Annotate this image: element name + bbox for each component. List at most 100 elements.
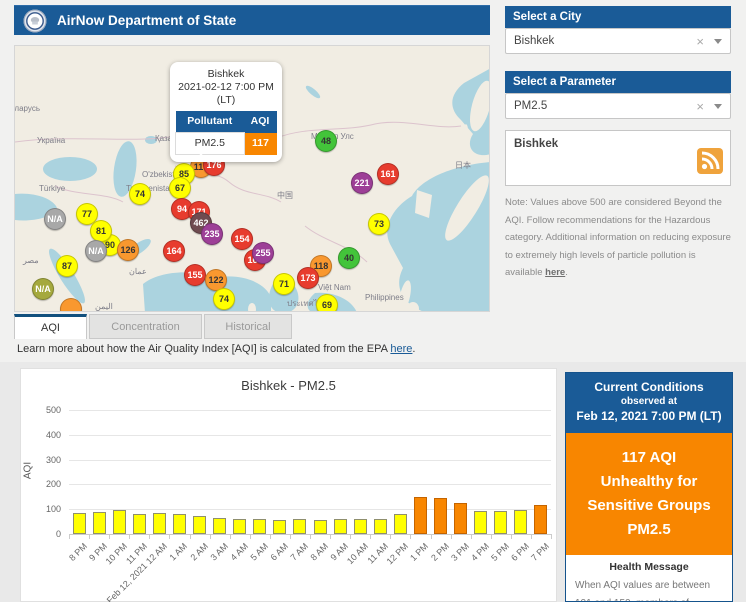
conditions-aqi-block: 117 AQI Unhealthy for Sensitive Groups P… [566, 433, 732, 555]
city-clear-icon[interactable]: × [696, 34, 704, 49]
chart-x-tick [169, 534, 170, 539]
aqi-marker[interactable]: 73 [368, 213, 390, 235]
chart-x-tick [551, 534, 552, 539]
chart-x-tick-label: 4 AM [228, 541, 250, 563]
chart-x-tick-label: 12 PM [385, 541, 410, 566]
select-city-header: Select a City [505, 6, 731, 28]
rss-city-label: Bishkek [514, 138, 722, 150]
conditions-subtitle: observed at [570, 395, 728, 408]
app-header: AirNow Department of State [14, 5, 490, 35]
tab-aqi[interactable]: AQI [14, 314, 87, 339]
aqi-marker[interactable]: 255 [252, 242, 274, 264]
aqi-marker[interactable]: 161 [377, 163, 399, 185]
chart-x-tick [511, 534, 512, 539]
popup-pointer [193, 146, 209, 156]
epa-here-link[interactable]: here [390, 343, 412, 355]
aqi-marker[interactable]: 69 [316, 294, 338, 312]
aqi-bar [133, 514, 146, 534]
note-here-link[interactable]: here [545, 267, 565, 278]
aqi-bar [374, 519, 387, 534]
aqi-marker[interactable]: 126 [117, 239, 139, 261]
chart-x-tick [370, 534, 371, 539]
rss-icon[interactable] [697, 148, 723, 179]
chart-x-tick [410, 534, 411, 539]
aqi-marker[interactable]: 155 [184, 264, 206, 286]
aqi-marker[interactable]: 164 [163, 240, 185, 262]
aqi-marker[interactable]: 74 [213, 288, 235, 310]
city-caret-down-icon[interactable] [714, 39, 722, 44]
note-suffix: . [565, 267, 568, 278]
aqi-marker[interactable]: 221 [351, 172, 373, 194]
aqi-marker[interactable]: 71 [273, 273, 295, 295]
chart-gridline [69, 410, 551, 411]
learn-more-prefix: Learn more about how the Air Quality Ind… [17, 343, 390, 355]
chart-x-tick [69, 534, 70, 539]
aqi-marker[interactable]: 74 [129, 183, 151, 205]
app-title: AirNow Department of State [57, 13, 236, 28]
chart-x-tick-label: 4 PM [469, 541, 491, 563]
chart-x-tick [230, 534, 231, 539]
map-popup[interactable]: Bishkek 2021-02-12 7:00 PM (LT) Pollutan… [170, 62, 282, 162]
chart-x-tick-label: 3 PM [449, 541, 471, 563]
chart-x-tick [270, 534, 271, 539]
conditions-pollutant: PM2.5 [574, 518, 724, 542]
map-place-label: Việt Nam [318, 283, 351, 292]
aqi-bar [474, 511, 487, 534]
aqi-marker[interactable]: 235 [201, 223, 223, 245]
popup-col-pollutant: Pollutant [176, 111, 245, 133]
chart-x-tick [491, 534, 492, 539]
parameter-clear-icon[interactable]: × [696, 99, 704, 114]
aqi-marker[interactable]: N/A [85, 240, 107, 262]
map-place-label: 中国 [277, 190, 293, 201]
aqi-marker[interactable]: 67 [169, 177, 191, 199]
health-message-text: When AQI values are between 101 and 150,… [575, 577, 723, 602]
chart-x-tick [109, 534, 110, 539]
aqi-bar [454, 503, 467, 534]
aqi-marker[interactable]: 173 [297, 267, 319, 289]
popup-col-aqi: AQI [244, 111, 276, 133]
aqi-bar [354, 519, 367, 534]
aqi-bar [514, 510, 527, 534]
aqi-bar [394, 514, 407, 534]
aqi-marker[interactable]: 154 [231, 228, 253, 250]
map[interactable]: БеларусьУкраїнаTürkiyeҚазақстанO'zbekist… [14, 45, 490, 312]
map-place-label: Türkiye [39, 184, 65, 193]
aqi-bar [233, 519, 246, 534]
page: AirNow Department of State [0, 0, 746, 602]
aqi-marker[interactable]: 87 [56, 255, 78, 277]
aqi-bar [314, 520, 327, 534]
tab-concentration[interactable]: Concentration [89, 314, 202, 339]
aqi-marker[interactable]: N/A [32, 278, 54, 300]
health-message-title: Health Message [575, 561, 723, 573]
aqi-marker[interactable]: 40 [338, 247, 360, 269]
parameter-select[interactable]: PM2.5 × [505, 93, 731, 119]
aqi-bar [213, 518, 226, 534]
chart-x-tick [531, 534, 532, 539]
chart-x-tick [310, 534, 311, 539]
note-prefix: Note: Values above 500 are considered Be… [505, 197, 731, 278]
learn-more-text: Learn more about how the Air Quality Ind… [17, 343, 415, 355]
popup-table: Pollutant AQI PM2.5 117 [175, 111, 277, 155]
parameter-caret-down-icon[interactable] [714, 104, 722, 109]
aqi-marker[interactable]: 81 [90, 220, 112, 242]
map-place-label: Україна [37, 136, 65, 145]
chart-y-tick-label: 300 [33, 455, 61, 465]
chart-gridline [69, 460, 551, 461]
aqi-marker[interactable]: N/A [44, 208, 66, 230]
aqi-bar [93, 512, 106, 534]
conditions-header: Current Conditions observed at Feb 12, 2… [566, 373, 732, 433]
chart-gridline [69, 484, 551, 485]
chart-x-tick [390, 534, 391, 539]
conditions-title: Current Conditions [570, 380, 728, 395]
chart-x-tick [431, 534, 432, 539]
chart-x-tick-label: 6 AM [268, 541, 290, 563]
chart-x-tick-label: 2 AM [188, 541, 210, 563]
chart-x-tick-label: 8 PM [67, 541, 89, 563]
city-select[interactable]: Bishkek × [505, 28, 731, 54]
current-conditions-panel: Current Conditions observed at Feb 12, 2… [565, 372, 733, 602]
map-place-label: Philippines [365, 293, 404, 302]
tab-historical[interactable]: Historical [204, 314, 292, 339]
city-select-value: Bishkek [514, 35, 696, 47]
chart-y-tick-label: 200 [33, 479, 61, 489]
aqi-marker[interactable]: 48 [315, 130, 337, 152]
